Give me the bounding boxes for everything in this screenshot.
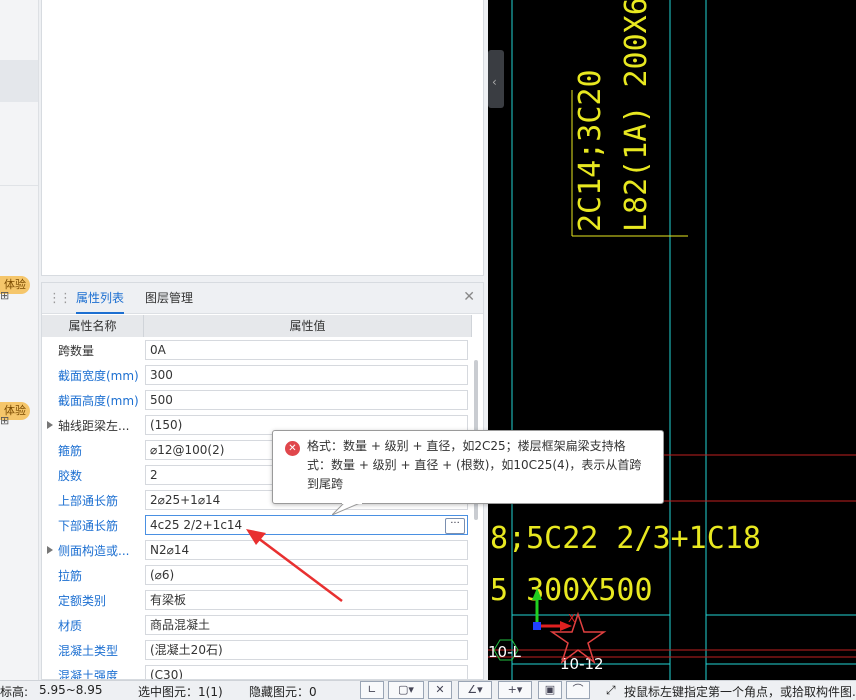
- error-icon: ✕: [285, 441, 300, 456]
- x-axis-icon: X: [568, 612, 576, 625]
- property-name: 截面宽度(mm): [58, 369, 139, 383]
- property-row[interactable]: 混凝土强度 (C30): [42, 663, 472, 680]
- chevron-left-icon: ‹: [492, 75, 497, 89]
- property-panel-header: ⋮⋮ 属性列表 图层管理 ✕: [42, 283, 483, 314]
- property-value-input[interactable]: (C30): [145, 665, 468, 680]
- property-row[interactable]: 截面高度(mm) 500: [42, 388, 472, 413]
- hidden-count: 隐藏图元：0: [249, 685, 317, 699]
- axis-label: 10-L: [488, 643, 521, 661]
- property-value-text: 300: [150, 368, 173, 382]
- property-value-text: 有梁板: [150, 593, 187, 607]
- property-value-text: 4c25 2/2+1c14: [150, 518, 243, 532]
- status-bar: 标高: 5.95~8.95 选中图元：1(1) 隐藏图元：0 ∟ ▢▾ ✕ ∠▾…: [0, 680, 856, 699]
- property-name: 定额类别: [58, 594, 107, 608]
- error-tooltip: ✕ 格式：数量 + 级别 + 直径，如2C25；楼层框架扁梁支持格 式：数量 +…: [272, 430, 664, 504]
- left-sidebar: 体验 ⊞ 体验 ⊞: [0, 0, 39, 680]
- selected-count: 选中图元：1(1): [138, 685, 223, 699]
- tab-layer-management[interactable]: 图层管理: [145, 290, 193, 312]
- property-value-text: (⌀6): [150, 568, 175, 582]
- property-value-input[interactable]: (混凝土20石): [145, 640, 468, 660]
- cad-drawing: ‹ 2C14;3C20 L82(1A) 200X65 8;5C22 2/3+1C…: [488, 0, 856, 680]
- property-name: 上部通长筋: [58, 494, 119, 508]
- curve-toggle[interactable]: ⌒: [566, 681, 590, 699]
- cad-canvas[interactable]: ‹ 2C14;3C20 L82(1A) 200X65 8;5C22 2/3+1C…: [488, 0, 856, 680]
- property-value-input[interactable]: 500: [145, 390, 468, 410]
- beam-annotation-text: 2C14;3C20: [573, 69, 608, 232]
- expand-arrow-icon[interactable]: [47, 546, 53, 554]
- small-icon: ⊞: [0, 289, 10, 302]
- resize-icon: ⤢: [606, 683, 616, 697]
- property-row[interactable]: 混凝土类型 (混凝土20石): [42, 638, 472, 663]
- property-value-text: (混凝土20石): [150, 643, 223, 657]
- column-header-value: 属性值: [144, 315, 472, 337]
- property-name: 下部通长筋: [58, 519, 119, 533]
- drag-handle-icon[interactable]: ⋮⋮: [48, 291, 72, 306]
- property-value-text: 2: [150, 468, 158, 482]
- dynamic-input-toggle[interactable]: +▾: [498, 681, 532, 699]
- close-icon[interactable]: ✕: [463, 289, 475, 305]
- beam-annotation-text: 8;5C22 2/3+1C18: [490, 521, 761, 556]
- tooltip-line: 式：数量 + 级别 + 直径 + (根数)，如10C25(4)，表示从首跨: [307, 458, 642, 472]
- property-name: 侧面构造或...: [58, 544, 130, 558]
- property-value-text: 500: [150, 393, 173, 407]
- property-name: 截面高度(mm): [58, 394, 139, 408]
- property-value-text: 2⌀25+1⌀14: [150, 493, 221, 507]
- property-value-text: 0A: [150, 343, 166, 357]
- property-value-text: ⌀12@100(2): [150, 443, 225, 457]
- screen-toggle[interactable]: ▣: [538, 681, 562, 699]
- more-options-button[interactable]: ···: [445, 518, 465, 534]
- property-name: 胶数: [58, 469, 83, 483]
- property-value-input[interactable]: 300: [145, 365, 468, 385]
- component-list-panel: [41, 0, 484, 276]
- tooltip-line: 格式：数量 + 级别 + 直径，如2C25；楼层框架扁梁支持格: [307, 439, 626, 453]
- sidebar-highlight[interactable]: [0, 60, 38, 102]
- tab-property-list[interactable]: 属性列表: [76, 290, 125, 314]
- tooltip-pointer: [332, 502, 362, 516]
- property-name: 箍筋: [58, 444, 83, 458]
- beam-annotation-text: L82(1A) 200X65: [619, 0, 654, 232]
- small-icon: ⊞: [0, 414, 10, 427]
- property-name: 轴线距梁左...: [58, 419, 130, 433]
- column-header-name: 属性名称: [42, 315, 144, 337]
- property-name: 材质: [58, 619, 83, 633]
- annotation-arrow: [246, 529, 343, 602]
- elevation-value: 5.95~8.95: [39, 683, 103, 697]
- property-row[interactable]: 截面宽度(mm) 300: [42, 363, 472, 388]
- elevation-label: 标高:: [0, 685, 29, 699]
- property-name: 混凝土类型: [58, 644, 119, 658]
- property-name: 拉筋: [58, 569, 83, 583]
- command-hint: 按鼠标左键指定第一个角点，或拾取构件图...: [624, 685, 856, 699]
- expand-arrow-icon[interactable]: [47, 421, 53, 429]
- property-value-input[interactable]: 0A: [145, 340, 468, 360]
- property-value-input[interactable]: 商品混凝土: [145, 615, 468, 635]
- tooltip-text: 格式：数量 + 级别 + 直径，如2C25；楼层框架扁梁支持格 式：数量 + 级…: [307, 437, 657, 494]
- sidebar-divider: [0, 185, 38, 186]
- tooltip-line: 到尾跨: [307, 477, 344, 491]
- property-value-text: N2⌀14: [150, 543, 190, 557]
- snap-toggle[interactable]: ▢▾: [388, 681, 424, 699]
- property-name: 跨数量: [58, 344, 95, 358]
- cross-toggle[interactable]: ✕: [428, 681, 452, 699]
- property-row[interactable]: 材质 商品混凝土: [42, 613, 472, 638]
- property-value-text: (150): [150, 418, 183, 432]
- origin-icon: [533, 622, 541, 630]
- property-row[interactable]: 跨数量 0A: [42, 338, 472, 363]
- angle-toggle[interactable]: ∠▾: [458, 681, 492, 699]
- beam-annotation-text: 5 300X500: [490, 573, 653, 608]
- property-value-text: 商品混凝土: [150, 618, 211, 632]
- property-name: 混凝土强度: [58, 669, 119, 680]
- property-value-text: (C30): [150, 668, 184, 680]
- ortho-toggle[interactable]: ∟: [360, 681, 384, 699]
